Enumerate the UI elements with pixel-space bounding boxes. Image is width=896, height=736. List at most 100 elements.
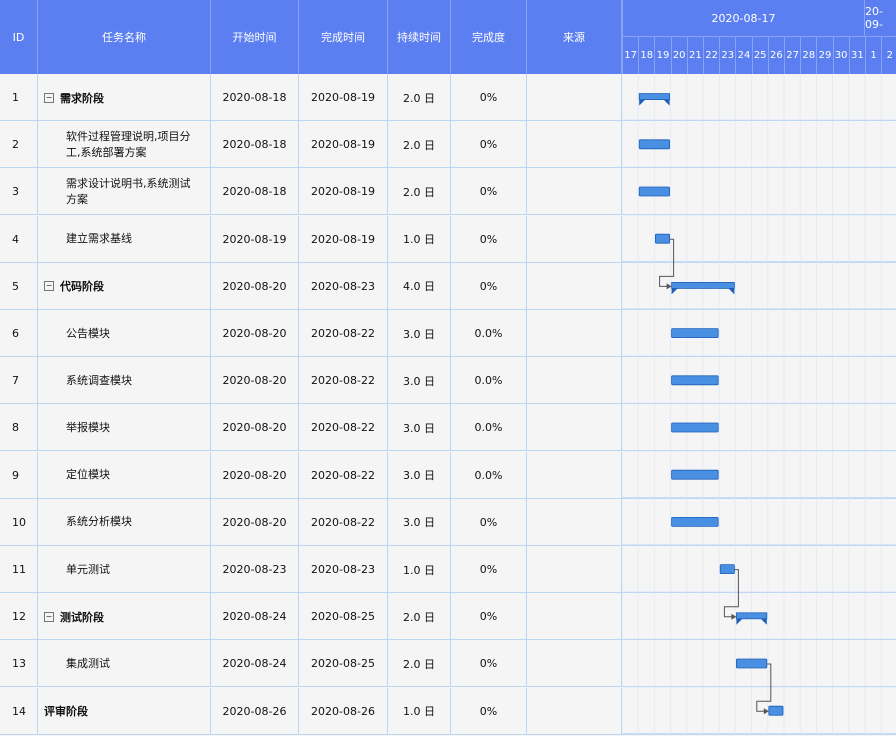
task-duration-cell[interactable]: 2.0 日 <box>388 74 451 121</box>
task-progress-cell[interactable]: 0.0% <box>451 357 527 405</box>
task-source-cell[interactable] <box>527 546 622 593</box>
task-duration-cell[interactable]: 4.0 日 <box>388 262 451 310</box>
task-id-cell[interactable]: 7 <box>0 357 38 405</box>
task-finish-cell[interactable]: 2020-08-23 <box>299 262 388 310</box>
task-duration-cell[interactable]: 3.0 日 <box>388 498 451 546</box>
task-source-cell[interactable] <box>527 498 622 546</box>
task-progress-cell[interactable]: 0% <box>451 74 527 121</box>
task-finish-cell[interactable]: 2020-08-25 <box>299 593 388 641</box>
task-start-cell[interactable]: 2020-08-26 <box>211 687 299 735</box>
task-finish-cell[interactable]: 2020-08-19 <box>299 121 388 169</box>
task-duration-cell[interactable]: 3.0 日 <box>388 451 451 499</box>
task-name-cell[interactable]: 定位模块 <box>38 451 211 499</box>
task-source-cell[interactable] <box>527 687 622 735</box>
task-id-cell[interactable]: 4 <box>0 215 38 263</box>
task-name-cell[interactable]: − 代码阶段 <box>38 262 211 310</box>
task-finish-cell[interactable]: 2020-08-25 <box>299 640 388 688</box>
task-id-cell[interactable]: 12 <box>0 593 38 641</box>
task-start-cell[interactable]: 2020-08-24 <box>211 593 299 641</box>
task-start-cell[interactable]: 2020-08-20 <box>211 404 299 452</box>
task-name-cell[interactable]: − 需求阶段 <box>38 74 211 121</box>
task-start-cell[interactable]: 2020-08-20 <box>211 357 299 405</box>
task-id-cell[interactable]: 3 <box>0 168 38 216</box>
column-header-id[interactable]: ID <box>0 0 38 74</box>
task-id-cell[interactable]: 6 <box>0 310 38 357</box>
task-duration-cell[interactable]: 2.0 日 <box>388 593 451 641</box>
task-start-cell[interactable]: 2020-08-20 <box>211 498 299 546</box>
task-id-cell[interactable]: 5 <box>0 262 38 310</box>
column-header-name[interactable]: 任务名称 <box>38 0 211 74</box>
task-source-cell[interactable] <box>527 74 622 121</box>
task-progress-cell[interactable]: 0% <box>451 687 527 735</box>
task-name-cell[interactable]: 系统分析模块 <box>38 498 211 546</box>
task-finish-cell[interactable]: 2020-08-22 <box>299 404 388 452</box>
task-source-cell[interactable] <box>527 168 622 216</box>
task-start-cell[interactable]: 2020-08-20 <box>211 262 299 310</box>
task-progress-cell[interactable]: 0% <box>451 215 527 263</box>
task-id-cell[interactable]: 11 <box>0 546 38 593</box>
task-name-cell[interactable]: 需求设计说明书,系统测试方案 <box>38 168 211 216</box>
task-finish-cell[interactable]: 2020-08-19 <box>299 168 388 216</box>
column-header-progress[interactable]: 完成度 <box>451 0 527 74</box>
collapse-toggle-icon[interactable]: − <box>44 611 54 622</box>
task-name-cell[interactable]: 集成测试 <box>38 640 211 688</box>
task-finish-cell[interactable]: 2020-08-19 <box>299 215 388 263</box>
task-source-cell[interactable] <box>527 451 622 499</box>
task-name-cell[interactable]: 单元测试 <box>38 546 211 593</box>
task-finish-cell[interactable]: 2020-08-22 <box>299 498 388 546</box>
task-id-cell[interactable]: 2 <box>0 121 38 169</box>
task-source-cell[interactable] <box>527 215 622 263</box>
collapse-toggle-icon[interactable]: − <box>44 281 54 292</box>
task-name-cell[interactable]: 软件过程管理说明,项目分工,系统部署方案 <box>38 121 211 169</box>
task-source-cell[interactable] <box>527 593 622 641</box>
task-source-cell[interactable] <box>527 357 622 405</box>
task-duration-cell[interactable]: 3.0 日 <box>388 404 451 452</box>
task-name-cell[interactable]: − 测试阶段 <box>38 593 211 641</box>
task-start-cell[interactable]: 2020-08-18 <box>211 121 299 169</box>
task-duration-cell[interactable]: 2.0 日 <box>388 168 451 216</box>
task-name-cell[interactable]: 举报模块 <box>38 404 211 452</box>
task-finish-cell[interactable]: 2020-08-19 <box>299 74 388 121</box>
gantt-task-bar[interactable] <box>638 186 671 197</box>
task-id-cell[interactable]: 14 <box>0 687 38 735</box>
gantt-task-bar[interactable] <box>655 233 671 244</box>
task-id-cell[interactable]: 8 <box>0 404 38 452</box>
column-header-finish[interactable]: 完成时间 <box>299 0 388 74</box>
task-duration-cell[interactable]: 2.0 日 <box>388 640 451 688</box>
task-finish-cell[interactable]: 2020-08-22 <box>299 451 388 499</box>
task-start-cell[interactable]: 2020-08-23 <box>211 546 299 593</box>
collapse-toggle-icon[interactable]: − <box>44 92 54 103</box>
task-progress-cell[interactable]: 0.0% <box>451 310 527 357</box>
task-duration-cell[interactable]: 1.0 日 <box>388 215 451 263</box>
task-finish-cell[interactable]: 2020-08-23 <box>299 546 388 593</box>
gantt-task-bar[interactable] <box>719 564 735 575</box>
task-source-cell[interactable] <box>527 262 622 310</box>
task-progress-cell[interactable]: 0% <box>451 121 527 169</box>
task-progress-cell[interactable]: 0.0% <box>451 451 527 499</box>
column-header-start[interactable]: 开始时间 <box>211 0 299 74</box>
task-name-cell[interactable]: 建立需求基线 <box>38 215 211 263</box>
task-start-cell[interactable]: 2020-08-18 <box>211 74 299 121</box>
gantt-task-bar[interactable] <box>671 328 719 339</box>
column-header-source[interactable]: 来源 <box>527 0 622 74</box>
task-id-cell[interactable]: 9 <box>0 451 38 499</box>
task-duration-cell[interactable]: 2.0 日 <box>388 121 451 169</box>
task-source-cell[interactable] <box>527 640 622 688</box>
gantt-task-bar[interactable] <box>768 705 784 716</box>
task-source-cell[interactable] <box>527 404 622 452</box>
task-progress-cell[interactable]: 0% <box>451 546 527 593</box>
gantt-task-bar[interactable] <box>671 375 719 386</box>
task-name-cell[interactable]: 公告模块 <box>38 310 211 357</box>
task-start-cell[interactable]: 2020-08-20 <box>211 310 299 357</box>
task-progress-cell[interactable]: 0% <box>451 593 527 641</box>
task-start-cell[interactable]: 2020-08-24 <box>211 640 299 688</box>
task-start-cell[interactable]: 2020-08-18 <box>211 168 299 216</box>
task-progress-cell[interactable]: 0% <box>451 262 527 310</box>
task-finish-cell[interactable]: 2020-08-22 <box>299 357 388 405</box>
gantt-task-bar[interactable] <box>736 658 768 669</box>
task-progress-cell[interactable]: 0% <box>451 498 527 546</box>
task-duration-cell[interactable]: 1.0 日 <box>388 687 451 735</box>
task-finish-cell[interactable]: 2020-08-22 <box>299 310 388 357</box>
task-id-cell[interactable]: 1 <box>0 74 38 121</box>
task-progress-cell[interactable]: 0% <box>451 168 527 216</box>
